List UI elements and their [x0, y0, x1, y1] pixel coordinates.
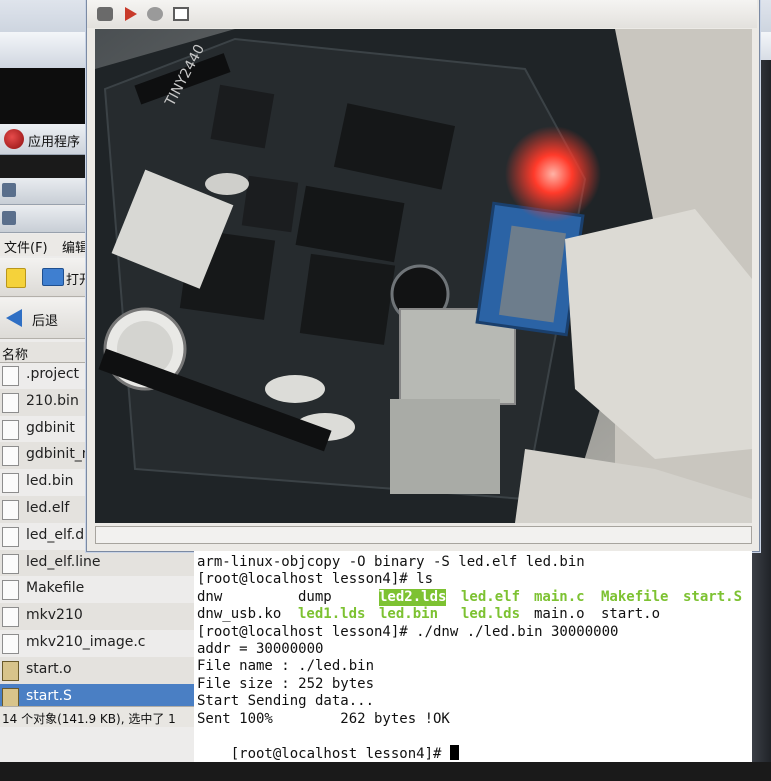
terminal-ls-row: dnw_usb.ko led1.lds led.bin led.lds main… [197, 606, 747, 623]
fit-window-icon[interactable] [173, 7, 189, 21]
terminal-prompt-line: [root@localhost lesson4]# [197, 728, 459, 762]
file-name: start.S [26, 687, 72, 704]
terminal-cursor [449, 745, 459, 761]
folder-icon [2, 183, 16, 197]
file-name: mkv210_image.c [26, 633, 146, 650]
ls-entry: led.lds [461, 606, 521, 623]
redhat-logo-icon [4, 129, 24, 149]
file-icon [2, 366, 19, 386]
file-icon [2, 446, 19, 467]
terminal-prompt: [root@localhost lesson4]# [230, 746, 450, 763]
terminal-line: Sent 100% 262 bytes !OK [197, 710, 450, 727]
file-icon [2, 419, 19, 440]
ls-entry: start.o [601, 606, 661, 623]
file-name: led_elf.line [26, 553, 101, 570]
file-name: mkv210 [26, 607, 83, 624]
back-arrow-icon[interactable] [6, 309, 22, 327]
file-icon [2, 687, 19, 708]
file-list-item[interactable]: Makefile [0, 576, 195, 603]
file-icon [2, 499, 19, 520]
file-name: 210.bin [26, 392, 79, 409]
file-icon [2, 580, 19, 601]
applications-menu-label[interactable]: 应用程序 [28, 131, 80, 150]
embedded-board-photo: TINY2440 [95, 29, 752, 523]
ls-entry: led1.lds [298, 606, 366, 623]
ls-entry: dnw_usb.ko [197, 606, 282, 623]
camera-statusbar [95, 526, 752, 544]
file-icon [2, 526, 19, 547]
terminal-line: File size : 252 bytes [197, 675, 375, 692]
file-name: .project [26, 366, 80, 382]
ls-entry: main.c [534, 588, 585, 605]
applications-panel[interactable]: 应用程序 [0, 124, 92, 155]
file-name: led_elf.di [26, 526, 89, 543]
camera-toolbar [87, 0, 757, 28]
terminal-line: [root@localhost lesson4]# ./dnw ./led.bi… [197, 623, 619, 640]
menu-file[interactable]: 文件(F) [4, 237, 48, 256]
terminal-line: addr = 30000000 [197, 641, 324, 657]
camera-viewer-window: TINY2440 [86, 0, 760, 552]
camera-video-feed: TINY2440 [95, 29, 752, 523]
terminal-line: File name : ./led.bin [197, 658, 375, 675]
folder-icon [2, 211, 16, 225]
ls-entry: main.o [534, 606, 585, 623]
ls-entry: dump [298, 588, 332, 605]
stop-icon[interactable] [147, 7, 163, 21]
ls-entry: Makefile [601, 588, 669, 605]
file-name: start.o [26, 660, 72, 677]
file-list-item[interactable]: start.o [0, 656, 195, 684]
file-name: Makefile [26, 580, 85, 597]
menu-edit[interactable]: 编辑 [62, 237, 88, 256]
file-list-item[interactable]: mkv210 [0, 603, 195, 630]
terminal-line: [root@localhost lesson4]# ls [197, 571, 434, 588]
ls-entry: dnw [197, 588, 223, 605]
file-name: led.bin [26, 473, 74, 490]
ls-entry: led.bin [379, 606, 439, 623]
terminal-ls-row: dnw dump led2.lds led.elf main.c Makefil… [197, 588, 747, 607]
file-name: gdbinit [26, 419, 75, 436]
new-folder-icon[interactable] [6, 268, 26, 288]
file-manager-statusbar: 14 个对象(141.9 KB), 选中了 1 [0, 706, 195, 727]
file-icon [2, 607, 19, 628]
file-list-item[interactable]: led_elf.line [0, 549, 195, 577]
ls-entry: start.S [683, 588, 743, 605]
file-icon [2, 633, 19, 654]
file-icon [2, 473, 19, 494]
ls-entry: led.elf [461, 588, 521, 605]
ls-entry: led2.lds [379, 588, 447, 607]
file-list-item[interactable]: mkv210_image.c [0, 630, 195, 657]
play-icon[interactable] [125, 7, 137, 21]
file-name: led.elf [26, 499, 70, 516]
camera-snapshot-icon[interactable] [97, 7, 113, 21]
terminal-line: Start Sending data... [197, 693, 375, 710]
open-icon[interactable] [42, 268, 64, 286]
file-icon [2, 392, 19, 413]
file-icon [2, 553, 19, 574]
terminal-window[interactable]: arm-linux-objcopy -O binary -S led.elf l… [194, 551, 752, 762]
terminal-line: arm-linux-objcopy -O binary -S led.elf l… [197, 554, 585, 570]
file-icon [2, 660, 19, 681]
back-button[interactable]: 后退 [32, 310, 58, 329]
